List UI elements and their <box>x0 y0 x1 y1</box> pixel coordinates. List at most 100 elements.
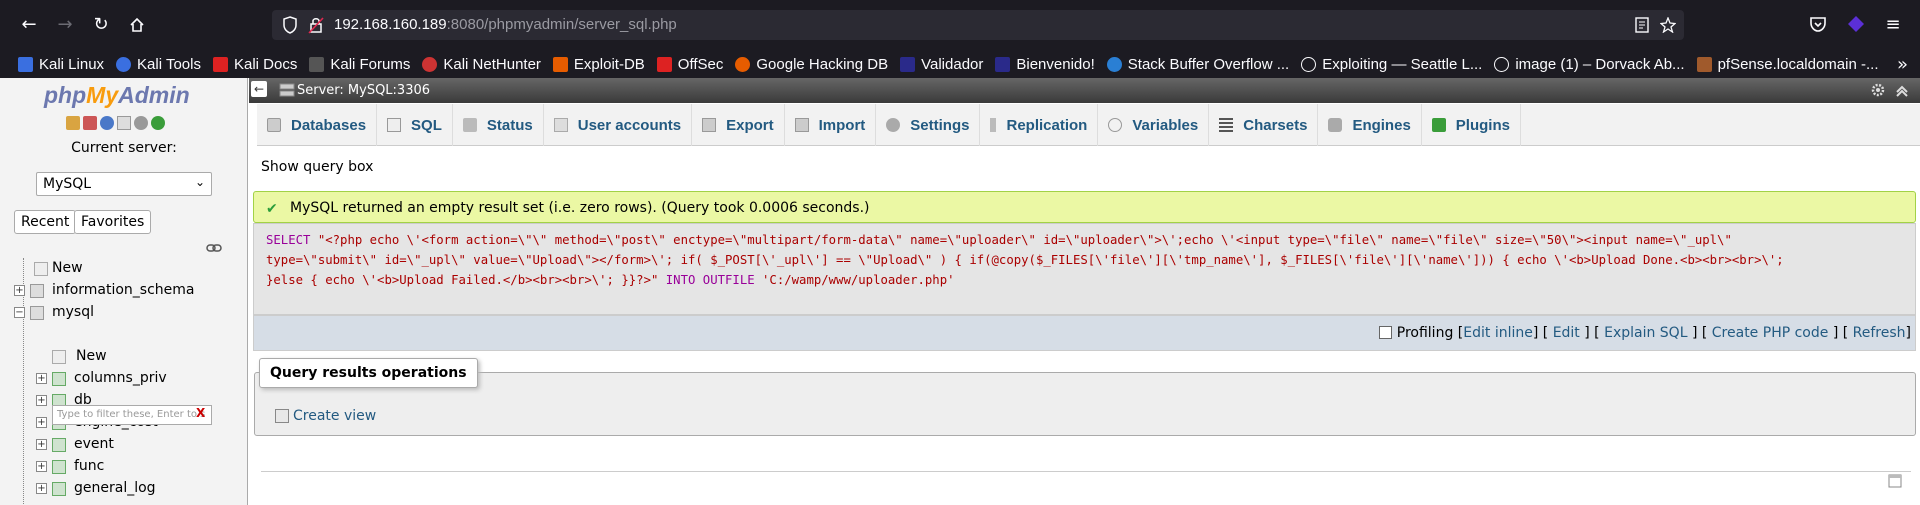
variables-icon <box>1108 118 1123 132</box>
query-results-operations-fieldset <box>254 372 1916 436</box>
tab-databases[interactable]: Databases <box>257 104 378 146</box>
checkmark-icon: ✔ <box>266 201 278 217</box>
server-tabs: Databases SQL Status User accounts Expor… <box>257 104 1920 146</box>
settings-icon[interactable] <box>134 116 148 130</box>
logout-icon[interactable] <box>83 116 97 130</box>
collapse-nav-icon[interactable]: ← <box>251 81 267 97</box>
chevron-down-icon: ⌄ <box>194 175 205 189</box>
edit-inline-link[interactable]: Edit inline <box>1463 325 1533 341</box>
insecure-lock-icon[interactable] <box>308 16 324 34</box>
table-filter-input[interactable]: Type to filter these, Enter to s <box>52 405 212 425</box>
server-select[interactable]: MySQL ⌄ <box>36 172 212 196</box>
console-icon[interactable] <box>1888 474 1902 488</box>
bookmark-offsec[interactable]: OffSec <box>656 56 723 73</box>
bookmark-kali-docs[interactable]: Kali Docs <box>212 56 297 73</box>
pocket-icon[interactable] <box>1808 14 1828 34</box>
tree-db-mysql[interactable]: − mysql <box>0 302 247 324</box>
bookmark-exploiting-seattle[interactable]: Exploiting — Seattle L... <box>1301 56 1482 73</box>
tree-new-database[interactable]: New <box>0 258 247 280</box>
create-php-code-link[interactable]: Create PHP code <box>1712 325 1829 341</box>
bookmark-pfsense[interactable]: pfSense.localdomain -... <box>1696 56 1878 73</box>
bookmarks-overflow-icon[interactable]: » <box>1897 54 1908 75</box>
nethunter-icon <box>422 56 438 72</box>
link-with-main-panel-icon[interactable] <box>206 243 222 253</box>
offsec-icon <box>656 56 672 72</box>
quick-icons <box>66 116 165 130</box>
status-icon <box>462 118 477 132</box>
home-icon[interactable] <box>124 12 150 38</box>
ghdb-icon <box>735 56 751 72</box>
tree-table-columns-priv[interactable]: + columns_priv <box>0 368 247 390</box>
plugins-icon <box>1431 118 1446 132</box>
favorites-button[interactable]: Favorites <box>74 210 152 234</box>
bookmark-validador[interactable]: Validador <box>900 56 983 73</box>
forward-icon[interactable]: → <box>52 12 78 38</box>
recent-button[interactable]: Recent <box>14 210 77 234</box>
bookmark-kali-tools[interactable]: Kali Tools <box>116 56 201 73</box>
bookmark-kali-nethunter[interactable]: Kali NetHunter <box>422 56 541 73</box>
bookmark-google-hacking-db[interactable]: Google Hacking DB <box>735 56 888 73</box>
url-bar[interactable]: 192.168.160.189:8080/phpmyadmin/server_s… <box>272 10 1684 40</box>
bookmark-exploit-db[interactable]: Exploit-DB <box>552 56 645 73</box>
collapse-top-icon[interactable] <box>1894 82 1910 98</box>
tab-replication[interactable]: Replication <box>980 104 1099 146</box>
profiling-checkbox[interactable] <box>1378 326 1392 339</box>
reload-nav-icon[interactable] <box>151 116 165 130</box>
explain-sql-link[interactable]: Explain SQL <box>1604 325 1687 341</box>
clear-filter-icon[interactable]: X <box>196 406 205 420</box>
validador-icon <box>900 56 916 72</box>
tree-mysql-new-table[interactable]: New <box>0 346 247 368</box>
tab-engines[interactable]: Engines <box>1318 104 1422 146</box>
bookmark-stack-buffer-overflow[interactable]: Stack Buffer Overflow ... <box>1106 56 1289 73</box>
server-title[interactable]: Server: MySQL:3306 <box>297 83 430 98</box>
tab-status[interactable]: Status <box>453 104 544 146</box>
show-query-box-link[interactable]: Show query box <box>261 159 373 175</box>
expand-icon[interactable]: + <box>36 417 47 428</box>
tab-charsets[interactable]: Charsets <box>1209 104 1319 146</box>
menu-icon[interactable]: ≡ <box>1880 12 1906 38</box>
collapse-icon[interactable]: − <box>14 307 25 318</box>
expand-icon[interactable]: + <box>36 395 47 406</box>
help-icon[interactable] <box>100 116 114 130</box>
tab-sql[interactable]: SQL <box>377 104 453 146</box>
new-database-icon <box>34 262 48 276</box>
expand-icon[interactable]: + <box>14 285 25 296</box>
extension-icon[interactable] <box>1846 14 1866 34</box>
expand-icon[interactable]: + <box>36 439 47 450</box>
tab-export[interactable]: Export <box>692 104 785 146</box>
table-icon <box>52 372 66 386</box>
tab-import[interactable]: Import <box>785 104 877 146</box>
bookmark-bienvenido[interactable]: Bienvenido! <box>995 56 1095 73</box>
expand-icon[interactable]: + <box>36 461 47 472</box>
reload-icon[interactable]: ↻ <box>88 12 114 38</box>
tree-table-func[interactable]: + func <box>0 456 247 478</box>
server-icon <box>279 83 295 97</box>
tree-db-information-schema[interactable]: + information_schema <box>0 280 247 302</box>
tracking-shield-icon[interactable] <box>282 16 298 34</box>
tab-user-accounts[interactable]: User accounts <box>544 104 693 146</box>
kali-docs-icon <box>212 56 228 72</box>
gear-icon[interactable] <box>1870 82 1886 98</box>
bookmark-star-icon[interactable] <box>1660 17 1676 33</box>
tab-variables[interactable]: Variables <box>1098 104 1210 146</box>
home-icon[interactable] <box>66 116 80 130</box>
bookmark-kali-linux[interactable]: Kali Linux <box>18 56 104 73</box>
documentation-icon[interactable] <box>117 116 131 130</box>
navigation-panel: phpMyAdmin Current server: MySQL ⌄ Recent… <box>0 78 248 505</box>
tree-table-event[interactable]: + event <box>0 434 247 456</box>
url-text: 192.168.160.189:8080/phpmyadmin/server_s… <box>334 16 677 33</box>
expand-icon[interactable]: + <box>36 483 47 494</box>
back-icon[interactable]: ← <box>16 12 42 38</box>
bookmark-image-dorvack[interactable]: image (1) – Dorvack Ab... <box>1494 56 1685 73</box>
tab-plugins[interactable]: Plugins <box>1422 104 1521 146</box>
tab-settings[interactable]: Settings <box>876 104 981 146</box>
tree-table-general-log[interactable]: + general_log <box>0 478 247 500</box>
reader-view-icon[interactable] <box>1634 17 1650 33</box>
edit-link[interactable]: Edit <box>1553 325 1580 341</box>
phpmyadmin-logo[interactable]: phpMyAdmin <box>44 82 190 109</box>
bookmark-kali-forums[interactable]: Kali Forums <box>309 56 410 73</box>
create-view-link[interactable]: Create view <box>275 408 376 424</box>
kali-tools-icon <box>116 56 132 72</box>
refresh-link[interactable]: Refresh <box>1853 325 1906 341</box>
expand-icon[interactable]: + <box>36 373 47 384</box>
